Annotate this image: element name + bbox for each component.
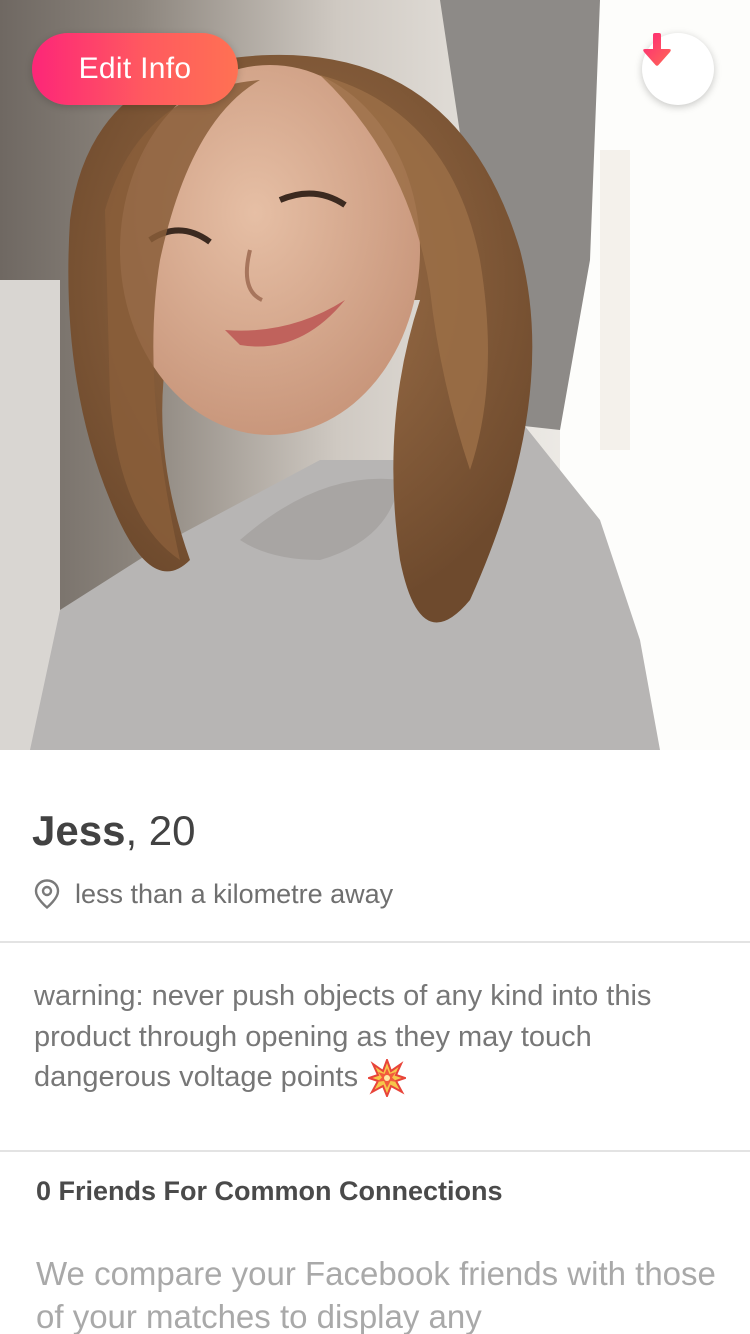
location-pin-icon bbox=[34, 879, 60, 909]
edit-info-button[interactable]: Edit Info bbox=[32, 33, 238, 105]
collapse-profile-button[interactable] bbox=[642, 33, 714, 105]
divider bbox=[0, 1150, 750, 1152]
profile-bio: warning: never push objects of any kind … bbox=[34, 976, 724, 1098]
profile-photo-illustration bbox=[0, 0, 750, 750]
profile-page: Edit Info Jess, 20 less than a kilometre… bbox=[0, 0, 750, 1334]
common-connections-title: 0 Friends For Common Connections bbox=[36, 1176, 503, 1206]
common-connections-description: We compare your Facebook friends with th… bbox=[36, 1255, 716, 1334]
edit-info-label: Edit Info bbox=[78, 52, 192, 85]
divider bbox=[0, 941, 750, 943]
profile-age: , 20 bbox=[125, 807, 196, 854]
arrow-down-icon bbox=[643, 33, 671, 66]
profile-photo[interactable]: Edit Info bbox=[0, 0, 750, 750]
profile-name: Jess bbox=[32, 807, 126, 854]
distance-text: less than a kilometre away bbox=[75, 878, 394, 909]
distance-row: less than a kilometre away bbox=[34, 874, 393, 914]
collision-emoji-icon bbox=[368, 1059, 407, 1098]
bio-text: warning: never push objects of any kind … bbox=[34, 980, 652, 1093]
profile-name-age: Jess, 20 bbox=[32, 803, 196, 859]
